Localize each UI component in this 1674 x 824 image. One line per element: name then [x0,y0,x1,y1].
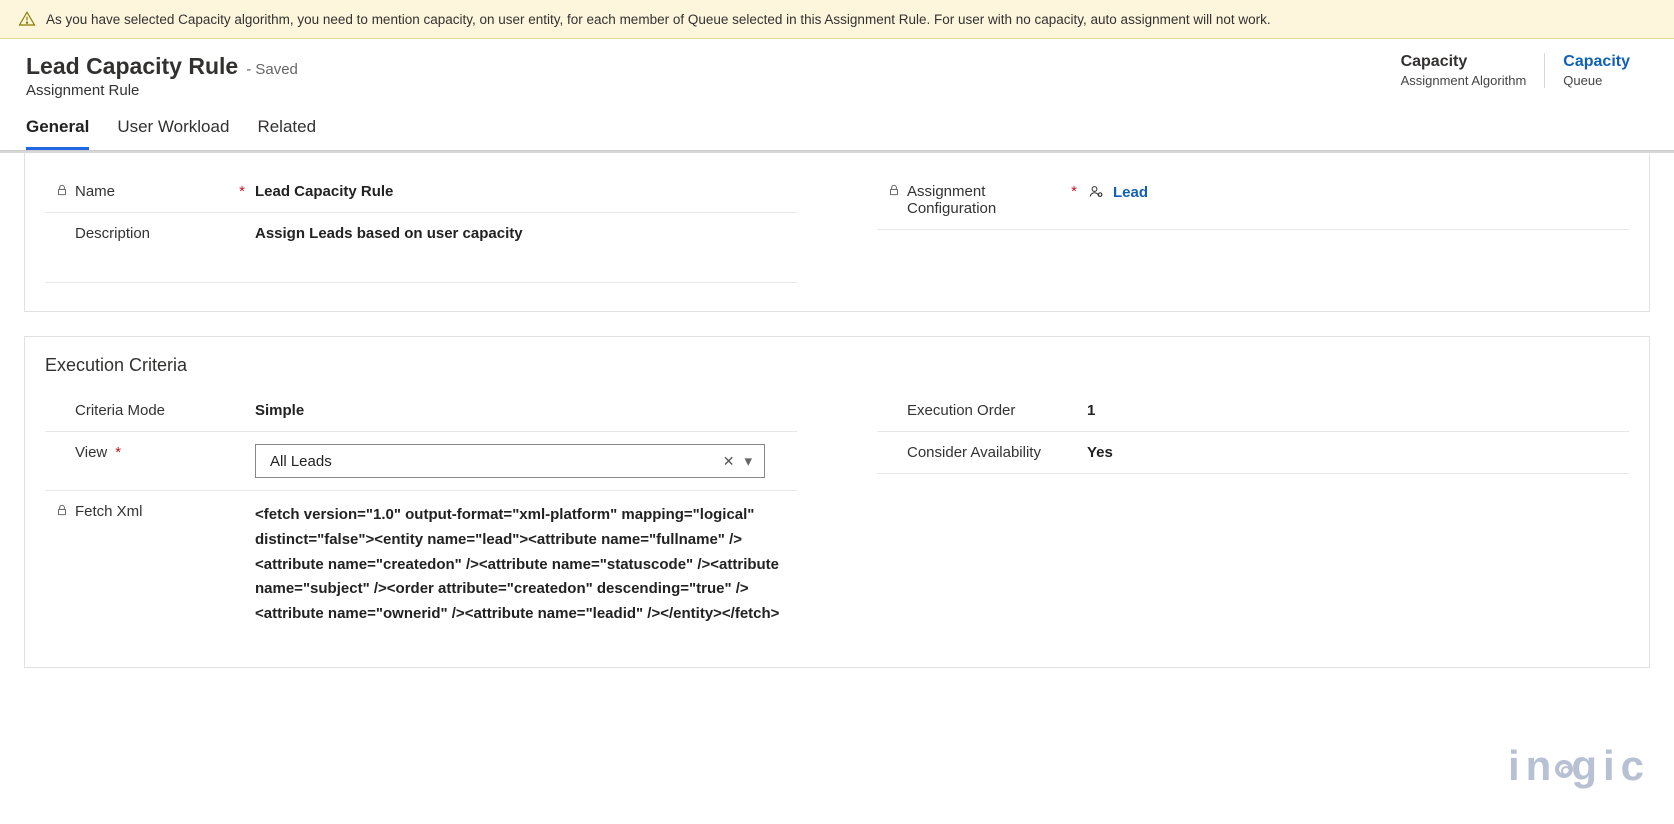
name-value: Lead Capacity Rule [255,183,797,200]
general-right-col: Assignment Configuration * [857,171,1649,283]
lock-icon [887,183,901,197]
tab-general[interactable]: General [26,117,89,150]
required-indicator: * [115,444,121,461]
tab-related[interactable]: Related [257,117,316,150]
execution-order-label: Execution Order [907,402,1015,419]
tab-user-workload[interactable]: User Workload [117,117,229,150]
field-row-name[interactable]: Name * Lead Capacity Rule [45,171,797,213]
fetch-xml-label: Fetch Xml [75,503,143,520]
required-indicator: * [1071,183,1077,200]
title-block: Lead Capacity Rule - Saved Assignment Ru… [26,53,298,99]
warning-icon [18,10,36,28]
description-value: Assign Leads based on user capacity [255,225,797,242]
general-panel: Name * Lead Capacity Rule Description As… [24,153,1650,312]
page-title: Lead Capacity Rule [26,53,238,80]
description-label: Description [75,225,150,242]
consider-availability-value: Yes [1087,444,1629,461]
algorithm-value: Capacity [1401,53,1527,71]
watermark-logo: ingic [1508,742,1650,790]
algorithm-label: Assignment Algorithm [1401,73,1527,88]
saved-indicator: - Saved [246,61,298,78]
chevron-down-icon[interactable]: ▾ [740,452,756,470]
field-row-execution-order[interactable]: Execution Order 1 [877,390,1629,432]
criteria-left-col: Criteria Mode Simple View * All Leads ✕ [25,390,817,639]
view-select[interactable]: All Leads ✕ ▾ [255,444,765,478]
clear-icon[interactable]: ✕ [717,453,741,470]
field-row-fetch-xml[interactable]: Fetch Xml <fetch version="1.0" output-fo… [45,491,797,639]
header-field-algorithm[interactable]: Capacity Assignment Algorithm [1383,53,1545,88]
field-row-view[interactable]: View * All Leads ✕ ▾ [45,432,797,491]
field-row-consider-availability[interactable]: Consider Availability Yes [877,432,1629,474]
form-content: Name * Lead Capacity Rule Description As… [0,151,1674,668]
warning-bar: As you have selected Capacity algorithm,… [0,0,1674,39]
view-label: View [75,444,107,461]
warning-text: As you have selected Capacity algorithm,… [46,12,1271,27]
field-row-assignment-config[interactable]: Assignment Configuration * [877,171,1629,230]
field-row-criteria-mode[interactable]: Criteria Mode Simple [45,390,797,432]
lock-icon [55,183,69,197]
criteria-right-col: Execution Order 1 Consider Availability … [857,390,1649,639]
entity-subtitle: Assignment Rule [26,82,298,99]
name-label: Name [75,183,115,200]
queue-label: Queue [1563,73,1630,88]
execution-criteria-panel: Execution Criteria Criteria Mode Simple … [24,336,1650,668]
config-entity-icon [1087,183,1105,201]
execution-order-value: 1 [1087,402,1629,419]
assignment-config-value: Lead [1113,184,1148,201]
view-select-value: All Leads [270,453,717,470]
general-left-col: Name * Lead Capacity Rule Description As… [25,171,817,283]
field-row-description[interactable]: Description Assign Leads based on user c… [45,213,797,283]
header-field-queue[interactable]: Capacity Queue [1544,53,1648,88]
queue-value[interactable]: Capacity [1563,53,1630,71]
header-status-fields: Capacity Assignment Algorithm Capacity Q… [1383,53,1648,88]
assignment-config-label: Assignment Configuration [907,183,1065,217]
lock-icon [55,503,69,517]
page-header: Lead Capacity Rule - Saved Assignment Ru… [0,39,1674,99]
form-tabs: General User Workload Related [0,99,1674,151]
criteria-mode-label: Criteria Mode [75,402,165,419]
execution-criteria-title: Execution Criteria [25,355,1649,390]
fetch-xml-value: <fetch version="1.0" output-format="xml-… [255,503,797,627]
assignment-config-lookup[interactable]: Lead [1087,183,1148,201]
required-indicator: * [239,183,245,200]
criteria-mode-value: Simple [255,402,797,419]
consider-availability-label: Consider Availability [907,444,1041,461]
